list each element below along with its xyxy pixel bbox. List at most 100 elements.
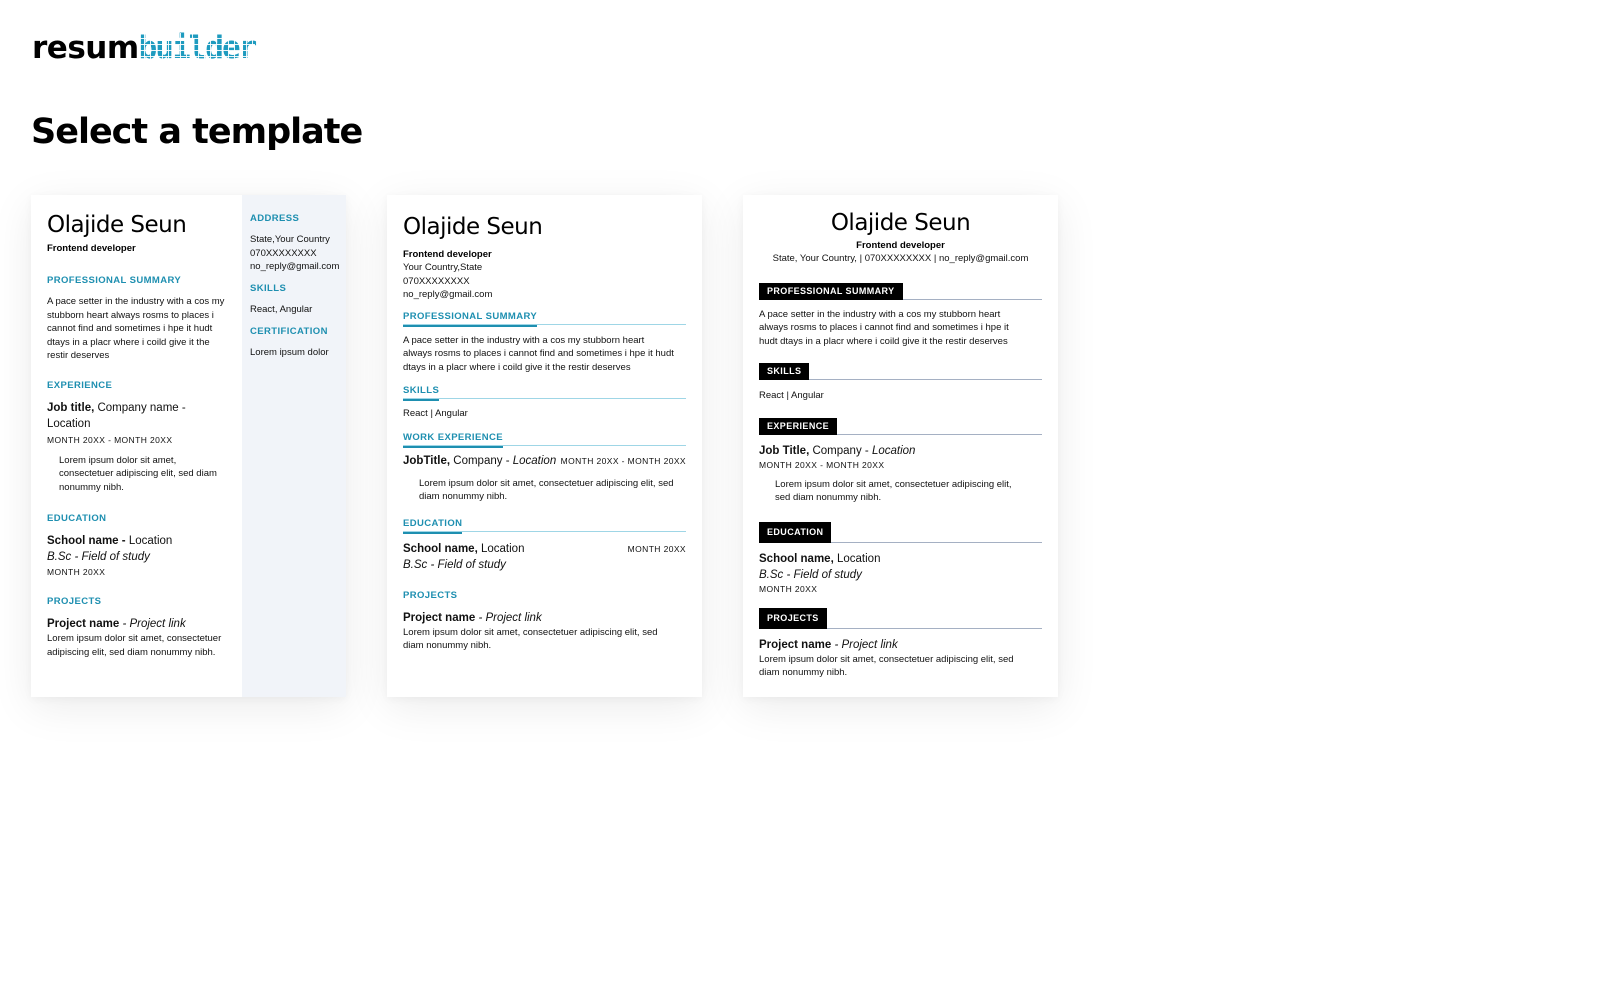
job-location: Location xyxy=(512,454,557,467)
certification-text: Lorem ipsum dolor xyxy=(250,347,329,358)
school-location: Location xyxy=(836,552,881,565)
logo-text-dark: resum xyxy=(32,30,139,66)
school-location: Location xyxy=(128,535,173,547)
skills-text: React | Angular xyxy=(759,390,824,401)
job-location: Location xyxy=(871,444,916,457)
job-company: Company - xyxy=(453,454,510,467)
address-text: Your Country,State xyxy=(403,262,483,273)
section-heading-skills-label: SKILLS xyxy=(759,363,810,380)
email-text: no_reply@gmail.com xyxy=(250,261,340,272)
template-1-sidebar: ADDRESS State,Your Country 070XXXXXXXX n… xyxy=(242,195,346,697)
job-dates: MONTH 20XX - MONTH 20XX xyxy=(47,434,173,445)
template-card-2[interactable]: Olajide Seun Frontend developer Your Cou… xyxy=(387,195,702,697)
section-heading-experience: WORK EXPERIENCE xyxy=(403,432,686,448)
section-heading-education-label: EDUCATION xyxy=(759,521,832,543)
logo-accent-text: builder xyxy=(138,30,258,66)
skills-text: React, Angular xyxy=(250,303,313,315)
section-heading-summary: PROFESSIONAL SUMMARY xyxy=(759,282,1042,300)
summary-text: A pace setter in the industry with a cos… xyxy=(759,308,1009,347)
school-line: School name - Location xyxy=(47,533,242,549)
school-line: School name, Location xyxy=(759,551,1042,567)
project-link: - Project link xyxy=(834,638,898,651)
resume-role: Frontend developer xyxy=(403,249,492,260)
degree: B.Sc - Field of study xyxy=(759,568,862,581)
section-heading-experience: EXPERIENCE xyxy=(47,379,113,391)
project-link: - Project link xyxy=(478,611,542,624)
job-dates: MONTH 20XX - MONTH 20XX xyxy=(560,455,686,466)
phone-text: 070XXXXXXXX xyxy=(403,275,470,287)
resume-role: Frontend developer xyxy=(856,240,945,251)
summary-text: A pace setter in the industry with a cos… xyxy=(403,334,674,373)
job-description: Lorem ipsum dolor sit amet, consectetuer… xyxy=(59,454,217,493)
section-heading-education: EDUCATION xyxy=(403,518,686,534)
education-date: MONTH 20XX xyxy=(759,583,818,594)
project-description: Lorem ipsum dolor sit amet, consectetuer… xyxy=(759,653,1014,679)
template-card-1[interactable]: Olajide Seun Frontend developer PROFESSI… xyxy=(31,195,346,697)
template-2-body: Olajide Seun Frontend developer Your Cou… xyxy=(387,195,702,653)
job-heading: JobTitle, Company - Location MONTH 20XX … xyxy=(403,453,686,469)
section-heading-summary: PROFESSIONAL SUMMARY xyxy=(403,311,686,327)
address-text: State,Your Country xyxy=(250,234,330,245)
project-line: Project name - Project link xyxy=(759,637,1042,653)
section-heading-skills: SKILLS xyxy=(759,363,1042,380)
job-title: JobTitle, xyxy=(403,454,451,467)
phone-text: 070XXXXXXXX xyxy=(250,247,317,259)
school-name: School name, xyxy=(403,542,478,555)
education-date: MONTH 20XX xyxy=(627,543,686,554)
skills-text: React | Angular xyxy=(403,408,468,419)
template-3-body: Olajide Seun Frontend developer State, Y… xyxy=(743,195,1058,680)
project-description: Lorem ipsum dolor sit amet, consectetuer… xyxy=(403,626,658,652)
job-title: Job Title, xyxy=(759,444,810,457)
template-card-3[interactable]: Olajide Seun Frontend developer State, Y… xyxy=(743,195,1058,697)
resume-role: Frontend developer xyxy=(47,243,136,254)
section-heading-experience: EXPERIENCE xyxy=(759,417,1042,435)
resume-name: Olajide Seun xyxy=(403,214,543,240)
project-description: Lorem ipsum dolor sit amet, consectetuer… xyxy=(47,633,222,658)
section-heading-projects: PROJECTS xyxy=(759,607,1042,629)
project-name: Project name xyxy=(403,611,476,624)
degree: B.Sc - Field of study xyxy=(403,558,506,571)
resume-name: Olajide Seun xyxy=(830,210,971,236)
school-name: School name - xyxy=(47,535,126,547)
project-name: Project name xyxy=(47,618,120,630)
section-heading-projects-label: PROJECTS xyxy=(759,607,827,629)
section-heading-skills-label: SKILLS xyxy=(403,385,440,401)
job-company: Company name xyxy=(97,401,179,414)
section-heading-certification: CERTIFICATION xyxy=(250,326,328,337)
section-heading-education-label: EDUCATION xyxy=(403,518,463,534)
school-name: School name, xyxy=(759,552,834,565)
school-location: Location xyxy=(480,542,525,555)
job-heading: Job Title, Company - Location xyxy=(759,443,1042,459)
job-description: Lorem ipsum dolor sit amet, consectetuer… xyxy=(419,477,674,503)
summary-text: A pace setter in the industry with a cos… xyxy=(47,296,225,361)
project-line: Project name - Project link xyxy=(47,616,242,632)
resume-name: Olajide Seun xyxy=(47,212,187,238)
education-date: MONTH 20XX xyxy=(47,567,106,577)
section-heading-skills: SKILLS xyxy=(250,282,287,294)
section-heading-address: ADDRESS xyxy=(250,213,300,224)
section-heading-summary-label: PROFESSIONAL SUMMARY xyxy=(759,282,903,300)
template-1-main-column: Olajide Seun Frontend developer PROFESSI… xyxy=(31,195,242,697)
section-heading-education: EDUCATION xyxy=(47,513,107,524)
section-heading-projects: PROJECTS xyxy=(47,596,102,607)
section-heading-summary-label: PROFESSIONAL SUMMARY xyxy=(403,311,538,327)
section-heading-summary: PROFESSIONAL SUMMARY xyxy=(47,275,182,286)
project-line: Project name - Project link xyxy=(403,610,686,626)
job-heading: Job title, Company name - Location xyxy=(47,400,207,432)
contact-line: State, Your Country, | 070XXXXXXXX | no_… xyxy=(772,253,1029,264)
section-heading-experience-label: EXPERIENCE xyxy=(759,417,838,435)
school-line: School name, Location MONTH 20XX xyxy=(403,541,686,557)
degree: B.Sc - Field of study xyxy=(47,551,150,563)
section-heading-projects: PROJECTS xyxy=(403,589,458,601)
project-link: - Project link xyxy=(122,618,186,630)
job-dates: MONTH 20XX - MONTH 20XX xyxy=(759,459,885,470)
section-heading-skills: SKILLS xyxy=(403,385,686,401)
email-text: no_reply@gmail.com xyxy=(403,289,493,300)
project-name: Project name xyxy=(759,638,832,651)
job-title: Job title, xyxy=(47,401,95,414)
brand-logo[interactable]: resum builder xyxy=(32,30,258,66)
job-company: Company - xyxy=(812,444,869,457)
section-heading-education: EDUCATION xyxy=(759,521,1042,543)
logo-text-accent: builder xyxy=(138,30,258,66)
page-title: Select a template xyxy=(31,112,363,152)
